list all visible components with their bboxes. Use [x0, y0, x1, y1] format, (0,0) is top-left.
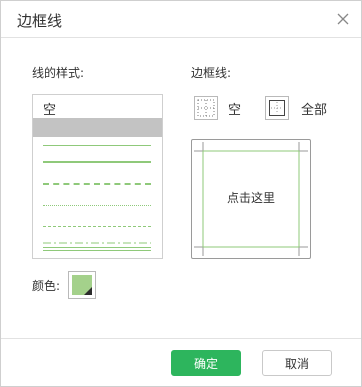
line-style-selected[interactable]	[33, 118, 162, 137]
border-dialog: 边框线 线的样式: 空 边框线: 空 全部 点击这里 颜色: 确定 取消	[0, 0, 362, 387]
border-preview-area[interactable]: 点击这里	[191, 139, 311, 259]
close-button[interactable]	[335, 11, 351, 27]
border-option-all[interactable]: 全部	[263, 94, 333, 120]
line-style-dotted[interactable]	[33, 201, 162, 211]
close-icon	[337, 13, 349, 25]
preview-hint-text: 点击这里	[226, 191, 275, 205]
line-style-dashed-heavy[interactable]	[33, 180, 162, 190]
color-picker-button[interactable]	[68, 271, 96, 299]
ok-button[interactable]: 确定	[171, 350, 241, 376]
border-all-icon	[265, 96, 289, 120]
line-style-label: 线的样式:	[32, 66, 85, 80]
color-swatch-icon	[72, 275, 92, 295]
cancel-button[interactable]: 取消	[262, 350, 332, 376]
line-style-none[interactable]: 空	[33, 97, 162, 118]
line-style-double[interactable]	[33, 244, 162, 254]
dialog-footer: 确定 取消	[1, 338, 361, 387]
border-option-all-label: 全部	[301, 103, 328, 118]
border-label: 边框线:	[191, 66, 232, 80]
line-style-dashed[interactable]	[33, 222, 162, 232]
line-style-list: 空	[32, 94, 163, 259]
dialog-title: 边框线	[17, 12, 63, 30]
border-none-icon	[194, 96, 218, 120]
border-option-none-label: 空	[228, 103, 242, 118]
border-option-none[interactable]: 空	[191, 94, 251, 120]
dialog-titlebar: 边框线	[1, 1, 361, 38]
color-label: 颜色:	[32, 279, 61, 293]
line-style-solid-medium[interactable]	[33, 158, 162, 168]
line-style-none-label: 空	[43, 103, 57, 118]
line-style-solid-thin[interactable]	[33, 141, 162, 151]
